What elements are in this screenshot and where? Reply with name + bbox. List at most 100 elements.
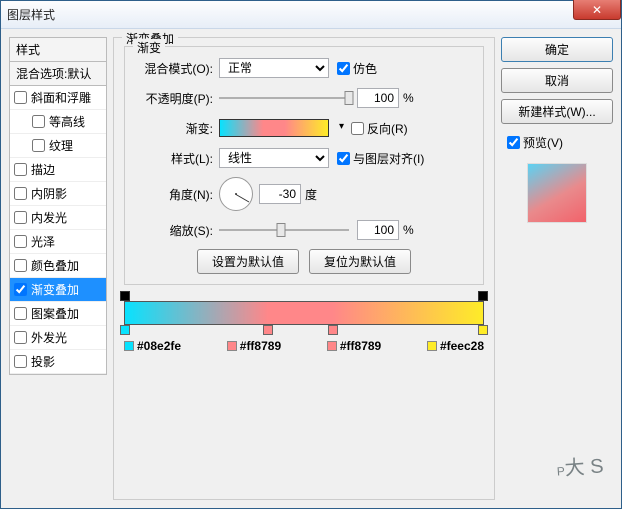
stop-labels: #08e2fe #ff8789 #ff8789 #feec28: [124, 339, 484, 353]
sidebar-item-11[interactable]: 投影: [10, 350, 106, 374]
sidebar-item-3[interactable]: 描边: [10, 158, 106, 182]
stop-hex-label: #ff8789: [327, 339, 381, 353]
sidebar-header-blend[interactable]: 混合选项:默认: [9, 61, 107, 85]
align-checkbox[interactable]: 与图层对齐(I): [337, 150, 424, 167]
style-label: 样式(L):: [137, 150, 213, 167]
swatch-icon: [124, 341, 134, 351]
effect-label: 纹理: [49, 137, 73, 154]
effect-label: 斜面和浮雕: [31, 89, 91, 106]
dialog-content: 样式 混合选项:默认 斜面和浮雕等高线纹理描边内阴影内发光光泽颜色叠加渐变叠加图…: [1, 29, 621, 508]
effect-checkbox[interactable]: [14, 163, 27, 176]
effect-label: 内发光: [31, 209, 67, 226]
effect-label: 外发光: [31, 329, 67, 346]
color-stop[interactable]: [478, 325, 488, 335]
scale-slider[interactable]: [219, 220, 349, 240]
effects-list: 斜面和浮雕等高线纹理描边内阴影内发光光泽颜色叠加渐变叠加图案叠加外发光投影: [9, 85, 107, 375]
dither-input[interactable]: [337, 62, 350, 75]
sidebar-item-10[interactable]: 外发光: [10, 326, 106, 350]
opacity-label: 不透明度(P):: [137, 90, 213, 107]
sidebar-item-7[interactable]: 颜色叠加: [10, 254, 106, 278]
sidebar-item-0[interactable]: 斜面和浮雕: [10, 86, 106, 110]
close-icon: ✕: [592, 3, 602, 17]
effect-checkbox[interactable]: [14, 211, 27, 224]
sidebar-item-1[interactable]: 等高线: [10, 110, 106, 134]
sidebar-item-4[interactable]: 内阴影: [10, 182, 106, 206]
effect-checkbox[interactable]: [14, 355, 27, 368]
sidebar-item-5[interactable]: 内发光: [10, 206, 106, 230]
swatch-icon: [427, 341, 437, 351]
angle-input[interactable]: [259, 184, 301, 204]
scale-input[interactable]: [357, 220, 399, 240]
sidebar-item-6[interactable]: 光泽: [10, 230, 106, 254]
ok-button[interactable]: 确定: [501, 37, 613, 62]
right-column: 确定 取消 新建样式(W)... 预览(V): [501, 37, 613, 500]
swatch-icon: [327, 341, 337, 351]
sidebar-item-9[interactable]: 图案叠加: [10, 302, 106, 326]
effect-checkbox[interactable]: [14, 283, 27, 296]
effect-checkbox[interactable]: [14, 331, 27, 344]
reset-default-button[interactable]: 复位为默认值: [309, 249, 411, 274]
opacity-slider-thumb[interactable]: [345, 91, 354, 105]
angle-dial[interactable]: [219, 177, 253, 211]
gradient-fieldset: 渐变 混合模式(O): 正常 仿色 不透明度(P):: [124, 46, 484, 285]
preview-input[interactable]: [507, 136, 520, 149]
scale-unit: %: [403, 223, 414, 237]
effect-checkbox[interactable]: [14, 307, 27, 320]
preview-swatch: [527, 163, 587, 223]
effect-checkbox[interactable]: [14, 187, 27, 200]
blend-mode-select[interactable]: 正常: [219, 58, 329, 78]
effect-label: 投影: [31, 353, 55, 370]
angle-unit: 度: [305, 186, 317, 203]
opacity-input[interactable]: [357, 88, 399, 108]
scale-label: 缩放(S):: [137, 222, 213, 239]
effect-checkbox[interactable]: [32, 139, 45, 152]
new-style-button[interactable]: 新建样式(W)...: [501, 99, 613, 124]
effect-checkbox[interactable]: [32, 115, 45, 128]
sidebar-item-2[interactable]: 纹理: [10, 134, 106, 158]
reverse-input[interactable]: [351, 122, 364, 135]
stop-hex-label: #08e2fe: [124, 339, 181, 353]
cancel-button[interactable]: 取消: [501, 68, 613, 93]
effect-checkbox[interactable]: [14, 235, 27, 248]
opacity-unit: %: [403, 91, 414, 105]
scale-slider-thumb[interactable]: [277, 223, 286, 237]
window-title: 图层样式: [7, 6, 55, 23]
reverse-checkbox[interactable]: 反向(R): [351, 120, 408, 137]
color-stop[interactable]: [328, 325, 338, 335]
blend-mode-label: 混合模式(O):: [137, 60, 213, 77]
gradient-bar[interactable]: [124, 301, 484, 325]
opacity-stop[interactable]: [478, 291, 488, 301]
color-stop[interactable]: [263, 325, 273, 335]
gradient-picker[interactable]: [219, 119, 329, 137]
opacity-stop[interactable]: [120, 291, 130, 301]
align-input[interactable]: [337, 152, 350, 165]
style-select[interactable]: 线性: [219, 148, 329, 168]
effect-checkbox[interactable]: [14, 91, 27, 104]
stop-hex-label: #feec28: [427, 339, 484, 353]
gradient-overlay-section: 渐变叠加 渐变 混合模式(O): 正常 仿色 不透明: [113, 37, 495, 500]
styles-sidebar: 样式 混合选项:默认 斜面和浮雕等高线纹理描边内阴影内发光光泽颜色叠加渐变叠加图…: [9, 37, 107, 500]
preview-checkbox[interactable]: 预览(V): [501, 134, 613, 151]
dither-checkbox[interactable]: 仿色: [337, 60, 377, 77]
titlebar[interactable]: 图层样式 ✕: [1, 1, 621, 29]
effect-label: 图案叠加: [31, 305, 79, 322]
sidebar-header-styles[interactable]: 样式: [9, 37, 107, 61]
main-panel: 渐变叠加 渐变 混合模式(O): 正常 仿色 不透明: [113, 37, 613, 500]
effect-label: 内阴影: [31, 185, 67, 202]
sub-title: 渐变: [133, 39, 165, 56]
color-stop[interactable]: [120, 325, 130, 335]
close-button[interactable]: ✕: [573, 0, 621, 20]
swatch-icon: [227, 341, 237, 351]
stop-hex-label: #ff8789: [227, 339, 281, 353]
sidebar-item-8[interactable]: 渐变叠加: [10, 278, 106, 302]
effect-checkbox[interactable]: [14, 259, 27, 272]
effect-label: 颜色叠加: [31, 257, 79, 274]
angle-label: 角度(N):: [137, 186, 213, 203]
opacity-slider[interactable]: [219, 88, 349, 108]
effect-label: 光泽: [31, 233, 55, 250]
set-default-button[interactable]: 设置为默认值: [197, 249, 299, 274]
effect-label: 渐变叠加: [31, 281, 79, 298]
layer-style-dialog: 图层样式 ✕ 样式 混合选项:默认 斜面和浮雕等高线纹理描边内阴影内发光光泽颜色…: [0, 0, 622, 509]
gradient-editor: #08e2fe #ff8789 #ff8789 #feec28: [124, 301, 484, 353]
effect-label: 等高线: [49, 113, 85, 130]
